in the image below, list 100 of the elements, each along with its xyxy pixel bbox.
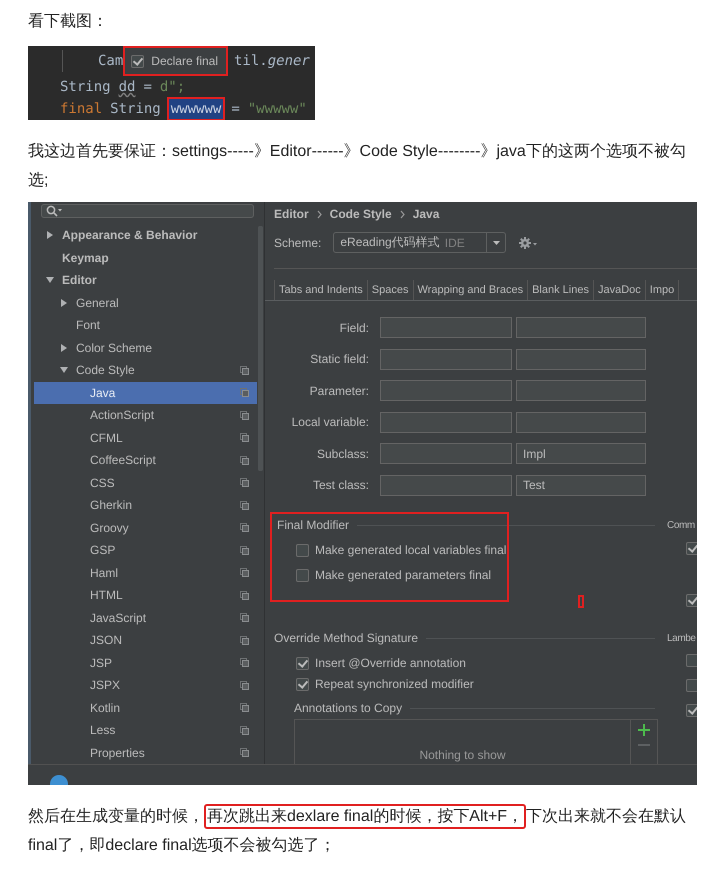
selected-code-text: wwwwww bbox=[166, 97, 226, 120]
code-text: = bbox=[231, 100, 240, 119]
input-field[interactable] bbox=[380, 380, 512, 402]
group-title: Comm bbox=[667, 520, 695, 531]
tree-item[interactable]: JSON bbox=[34, 629, 257, 652]
input-field[interactable] bbox=[380, 443, 512, 464]
tree-item[interactable]: Kotlin bbox=[34, 696, 257, 719]
tree-item[interactable]: GSP bbox=[34, 539, 257, 562]
checkbox[interactable] bbox=[686, 594, 697, 608]
tree-item[interactable]: Font bbox=[34, 314, 257, 336]
collapsed-arrow-icon[interactable] bbox=[60, 298, 68, 307]
remove-icon[interactable] bbox=[638, 744, 650, 746]
search-icon[interactable] bbox=[46, 205, 62, 217]
input-field[interactable] bbox=[516, 317, 646, 338]
input-field[interactable]: Test bbox=[516, 474, 646, 496]
chevron-icon bbox=[316, 210, 322, 218]
checkbox[interactable] bbox=[131, 54, 144, 68]
group-title: Override Method Signature bbox=[274, 631, 418, 646]
tab[interactable]: Wrapping and Braces bbox=[414, 280, 528, 300]
tab[interactable]: Tabs and Indents bbox=[274, 280, 368, 300]
tab[interactable]: Spaces bbox=[368, 280, 414, 300]
tree-item[interactable]: Gherkin bbox=[34, 494, 257, 516]
tree-item[interactable]: JSPX bbox=[34, 674, 257, 696]
field-label: Static field: bbox=[309, 352, 369, 366]
input-field[interactable] bbox=[380, 317, 512, 338]
tree-item[interactable]: Color Scheme bbox=[34, 336, 257, 359]
tree-item[interactable]: Less bbox=[34, 719, 257, 742]
tree-item[interactable]: Haml bbox=[34, 562, 257, 584]
input-field[interactable] bbox=[380, 412, 512, 433]
checkbox-label: Declare final bbox=[151, 54, 218, 68]
input-field[interactable]: Impl bbox=[516, 443, 646, 464]
collapsed-arrow-icon[interactable] bbox=[46, 231, 54, 240]
settings-icon[interactable] bbox=[519, 236, 538, 248]
field-label: Test class: bbox=[312, 478, 369, 492]
group-title: Final Modifier bbox=[277, 518, 350, 532]
input-field[interactable] bbox=[516, 412, 646, 433]
tree-item[interactable]: Java bbox=[34, 382, 257, 404]
input-field[interactable] bbox=[380, 348, 512, 370]
code-text: dd bbox=[118, 78, 136, 97]
scheme-dropdown[interactable]: eReading代码样式 IDE bbox=[333, 232, 506, 253]
dropdown-arrow-icon[interactable] bbox=[492, 240, 500, 244]
input-field[interactable] bbox=[516, 380, 646, 402]
tree-item[interactable]: CFML bbox=[34, 426, 257, 449]
tree-item[interactable]: Keymap bbox=[34, 246, 257, 269]
checkbox-label: Insert @Override annotation bbox=[315, 656, 466, 670]
tree-item[interactable]: JavaScript bbox=[34, 606, 257, 629]
tree-item[interactable]: Editor bbox=[34, 269, 257, 292]
tree-item[interactable]: Groovy bbox=[34, 516, 257, 539]
checkbox[interactable] bbox=[686, 542, 697, 556]
code-text: Cam bbox=[98, 52, 124, 71]
tree-item[interactable]: Code Style bbox=[34, 359, 257, 382]
tree-item[interactable]: General bbox=[34, 292, 257, 314]
checkbox-label: Make generated local variables final bbox=[315, 543, 506, 558]
checkbox[interactable] bbox=[686, 704, 697, 718]
checkbox[interactable] bbox=[296, 568, 309, 582]
tab[interactable]: Blank Lines bbox=[528, 280, 594, 300]
annotation-mark bbox=[578, 595, 584, 608]
checkbox-label: Make generated parameters final bbox=[315, 568, 492, 582]
checkbox[interactable] bbox=[296, 544, 309, 557]
code-text: = bbox=[143, 78, 152, 97]
expanded-arrow-icon[interactable] bbox=[60, 366, 68, 374]
tree-item[interactable]: Appearance & Behavior bbox=[34, 224, 257, 246]
group-title: Lambe bbox=[667, 632, 696, 644]
paragraph-text: 我这边首先要保证：settings-----》Editor------》Code Style--------》java下的这两个选项不被勾选; bbox=[28, 142, 687, 191]
breadcrumb-item: Editor bbox=[274, 207, 309, 221]
collapsed-arrow-icon[interactable] bbox=[60, 344, 68, 352]
tree-item[interactable]: CSS bbox=[34, 472, 257, 494]
input-field[interactable] bbox=[516, 348, 646, 370]
code-text: String bbox=[110, 100, 161, 119]
tree-item[interactable]: Properties bbox=[34, 742, 257, 764]
code-text: String bbox=[60, 78, 111, 97]
tree-item[interactable]: JSP bbox=[34, 652, 257, 674]
tree-item[interactable]: HTML bbox=[34, 584, 257, 606]
checkbox[interactable] bbox=[686, 679, 697, 692]
expanded-arrow-icon[interactable] bbox=[46, 276, 54, 284]
tree-item[interactable]: ActionScript bbox=[34, 404, 257, 426]
tab[interactable]: JavaDoc bbox=[594, 280, 646, 300]
input-field[interactable] bbox=[380, 474, 512, 496]
chevron-icon bbox=[400, 210, 405, 218]
code-text: til.gener bbox=[234, 52, 310, 71]
checkbox-label: Repeat synchronized modifier bbox=[315, 677, 474, 692]
field-label: Field: bbox=[338, 320, 369, 334]
breadcrumb-item: Java bbox=[412, 207, 440, 221]
field-label: Parameter: bbox=[308, 384, 369, 398]
empty-list-text: Nothing to show bbox=[419, 748, 506, 762]
tree-item[interactable]: CoffeeScript bbox=[34, 449, 257, 472]
paragraph-text: 然后在生成变量的时候， 再次跳出来dexlare final的时候，按下Alt+F， 下次出来就不会在默认final了，即declare final选项不会被勾选了； bbox=[28, 802, 697, 860]
code-keyword: final bbox=[60, 100, 102, 119]
scheme-label: Scheme: bbox=[274, 236, 322, 250]
intro-text: 看下截图： bbox=[28, 12, 109, 32]
search-field[interactable] bbox=[41, 204, 254, 218]
checkbox[interactable] bbox=[686, 654, 697, 668]
tab[interactable]: Impo bbox=[646, 280, 680, 300]
code-string: "wwwww" bbox=[248, 100, 307, 119]
scrollbar[interactable] bbox=[258, 226, 263, 471]
breadcrumb-item: Code Style bbox=[330, 207, 392, 221]
checkbox[interactable] bbox=[296, 656, 309, 670]
scheme-name: eReading代码样式 bbox=[340, 234, 440, 251]
checkbox[interactable] bbox=[296, 678, 309, 691]
add-icon[interactable] bbox=[638, 724, 650, 736]
